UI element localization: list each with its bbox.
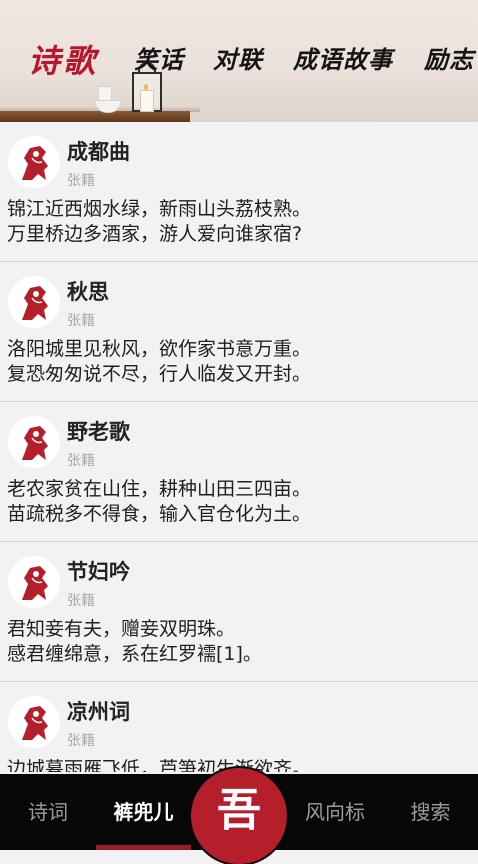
active-tab-indicator [96, 845, 191, 850]
poem-author: 张籍 [67, 733, 95, 749]
tab-jokes[interactable]: 笑话 [134, 40, 184, 75]
nav-pocket[interactable]: 裤兜儿 [96, 774, 191, 850]
candle-flame [144, 84, 148, 90]
poem-title: 野老歌 [67, 420, 130, 444]
poem-line: 感君缠绵意，系在红罗襦[1]。 [7, 643, 262, 665]
tab-couplets[interactable]: 对联 [213, 40, 263, 75]
poem-title: 成都曲 [67, 140, 130, 164]
poem-list[interactable]: 成都曲 张籍 锦江近西烟水绿，新雨山头荔枝熟。 万里桥边多酒家，游人爱向谁家宿?… [0, 122, 478, 772]
top-banner: 诗歌 笑话 对联 成语故事 励志 [0, 0, 478, 122]
tab-inspiration[interactable]: 励志 [424, 40, 474, 75]
list-item[interactable]: 成都曲 张籍 锦江近西烟水绿，新雨山头荔枝熟。 万里桥边多酒家，游人爱向谁家宿? [0, 122, 478, 262]
poem-title: 凉州词 [67, 700, 130, 724]
poem-line: 君知妾有夫，赠妾双明珠。 [7, 618, 236, 640]
wooden-shelf [0, 111, 190, 122]
poem-line: 洛阳城里见秋风，欲作家书意万重。 [7, 338, 312, 360]
poem-line: 复恐匆匆说不尽，行人临发又开封。 [7, 363, 312, 385]
lantern-candle [140, 90, 154, 112]
tab-idiom-stories[interactable]: 成语故事 [293, 40, 393, 75]
center-logo-glyph: 吾 [217, 785, 261, 836]
nav-trends[interactable]: 风向标 [287, 774, 383, 850]
list-item[interactable]: 凉州词 张籍 边城暮雨雁飞低，芦笋初生渐欲齐。 [0, 682, 478, 772]
list-item[interactable]: 节妇吟 张籍 君知妾有夫，赠妾双明珠。 感君缠绵意，系在红罗襦[1]。 [0, 542, 478, 682]
poem-line: 万里桥边多酒家，游人爱向谁家宿? [7, 223, 303, 245]
list-item[interactable]: 秋思 张籍 洛阳城里见秋风，欲作家书意万重。 复恐匆匆说不尽，行人临发又开封。 [0, 262, 478, 402]
poem-author: 张籍 [67, 453, 95, 469]
list-item[interactable]: 野老歌 张籍 老农家贫在山住，耕种山田三四亩。 苗疏税多不得食，输入官仓化为土。 [0, 402, 478, 542]
poem-line: 苗疏税多不得食，输入官仓化为土。 [7, 503, 312, 525]
poem-author: 张籍 [67, 313, 95, 329]
author-avatar-icon [8, 276, 60, 328]
poem-title: 节妇吟 [67, 560, 130, 584]
poem-author: 张籍 [67, 593, 95, 609]
poem-line: 锦江近西烟水绿，新雨山头荔枝熟。 [7, 198, 312, 220]
poem-title: 秋思 [67, 280, 109, 304]
author-avatar-icon [8, 136, 60, 188]
author-avatar-icon [8, 556, 60, 608]
poem-author: 张籍 [67, 173, 95, 189]
author-avatar-icon [8, 696, 60, 748]
nav-search[interactable]: 搜索 [383, 774, 478, 850]
tab-poetry[interactable]: 诗歌 [28, 36, 98, 82]
author-avatar-icon [8, 416, 60, 468]
poem-line: 老农家贫在山住，耕种山田三四亩。 [7, 478, 312, 500]
nav-poems[interactable]: 诗词 [0, 774, 96, 850]
category-tabs: 诗歌 笑话 对联 成语故事 励志 [0, 40, 478, 80]
